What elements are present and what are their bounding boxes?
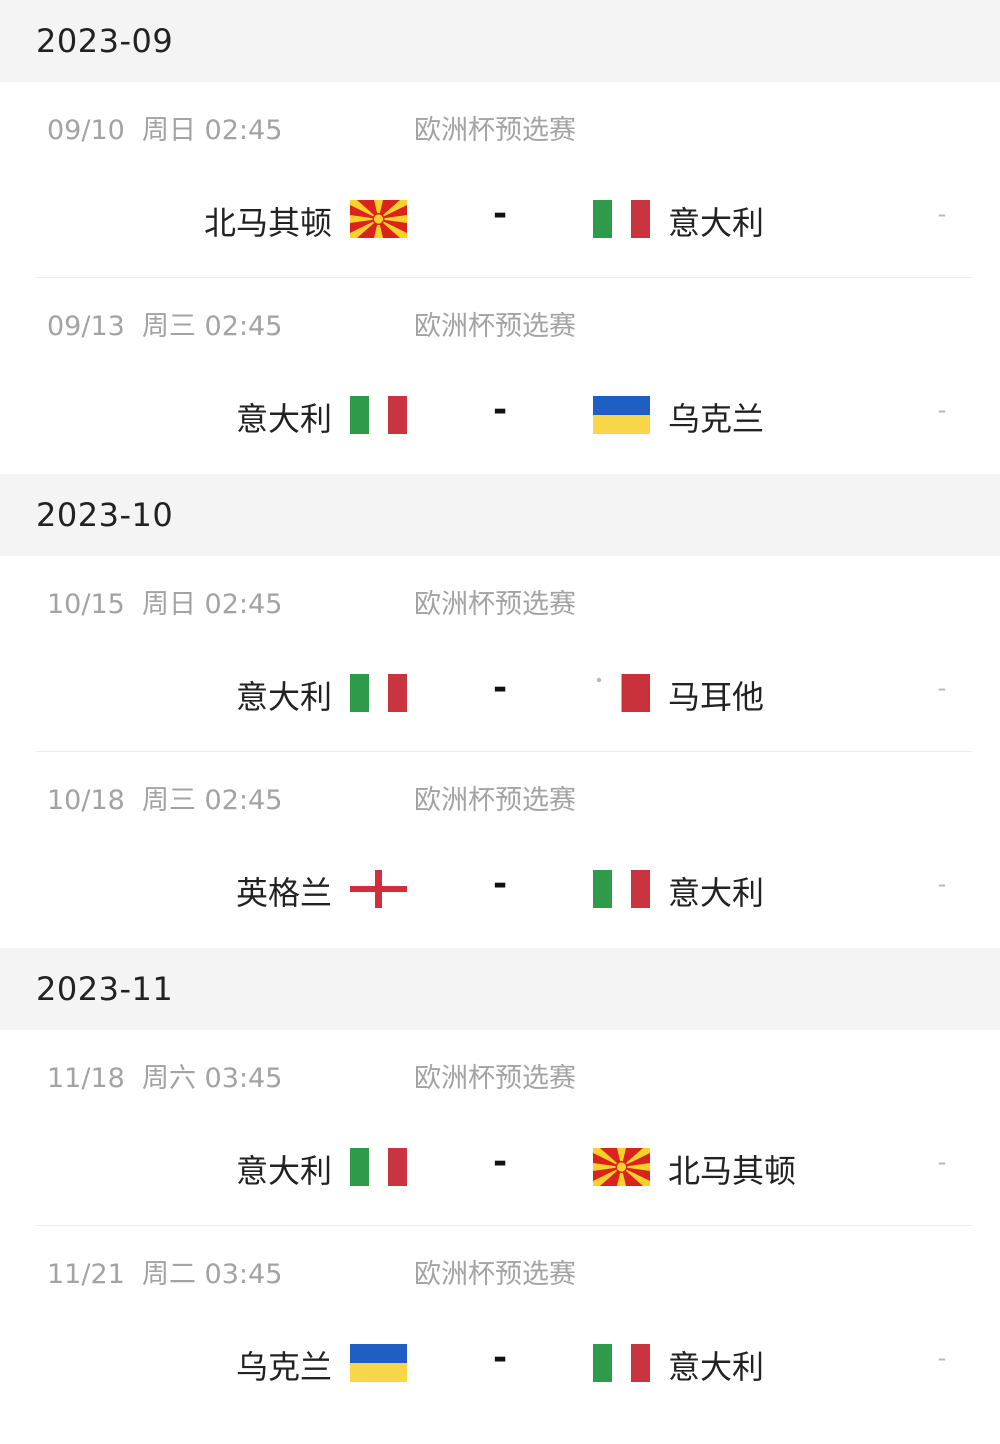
match-teams-row: 乌克兰 - 意大利 - bbox=[0, 1338, 1000, 1388]
competition-label: 欧洲杯预选赛 bbox=[414, 589, 576, 620]
match-teams-row: 意大利 - 马耳他 - bbox=[0, 668, 1000, 718]
month-header: 2023-09 bbox=[0, 0, 1000, 82]
match-card[interactable]: 11/18 周六 03:45 欧洲杯预选赛意大利 - 北马其顿 - bbox=[0, 1030, 1000, 1226]
match-teams-row: 意大利 - 北马其顿 - bbox=[0, 1142, 1000, 1192]
home-team-name: 北马其顿 bbox=[203, 204, 332, 242]
competition-label: 欧洲杯预选赛 bbox=[414, 785, 576, 816]
ukraine-flag-icon bbox=[593, 396, 650, 434]
north-macedonia-flag-icon bbox=[350, 200, 407, 238]
match-datetime: 11/18 周六 03:45 bbox=[47, 1063, 283, 1094]
match-result: - bbox=[937, 1148, 947, 1176]
away-team-name: 乌克兰 bbox=[668, 400, 765, 438]
score-separator: - bbox=[492, 1142, 508, 1182]
fixtures-list: 2023-09 09/10 周日 02:45 欧洲杯预选赛 北马其顿 - 意大利 -09… bbox=[0, 0, 1000, 1422]
score-separator: - bbox=[492, 668, 508, 708]
match-datetime: 09/13 周三 02:45 bbox=[47, 311, 283, 342]
match-result: - bbox=[937, 200, 947, 228]
score-separator: - bbox=[492, 1338, 508, 1378]
home-team-name: 英格兰 bbox=[235, 874, 332, 912]
home-team-name: 乌克兰 bbox=[235, 1348, 332, 1386]
italy-flag-icon bbox=[593, 870, 650, 908]
england-flag-icon bbox=[350, 870, 407, 908]
away-team-name: 意大利 bbox=[668, 204, 765, 242]
home-team-name: 意大利 bbox=[235, 678, 332, 716]
competition-label: 欧洲杯预选赛 bbox=[414, 1259, 576, 1290]
away-team-name: 北马其顿 bbox=[668, 1152, 797, 1190]
match-result: - bbox=[937, 674, 947, 702]
match-teams-row: 英格兰 - 意大利 - bbox=[0, 864, 1000, 914]
italy-flag-icon bbox=[350, 1148, 407, 1186]
italy-flag-icon bbox=[350, 396, 407, 434]
match-teams-row: 意大利 - 乌克兰 - bbox=[0, 390, 1000, 440]
match-result: - bbox=[937, 396, 947, 424]
match-result: - bbox=[937, 1344, 947, 1372]
away-team-name: 马耳他 bbox=[668, 678, 765, 716]
malta-flag-icon bbox=[593, 674, 650, 712]
match-datetime: 11/21 周二 03:45 bbox=[47, 1259, 283, 1290]
match-datetime: 10/15 周日 02:45 bbox=[47, 589, 283, 620]
ukraine-flag-icon bbox=[350, 1344, 407, 1382]
match-datetime: 09/10 周日 02:45 bbox=[47, 115, 283, 146]
italy-flag-icon bbox=[350, 674, 407, 712]
score-separator: - bbox=[492, 864, 508, 904]
match-card[interactable]: 11/21 周二 03:45 欧洲杯预选赛乌克兰 - 意大利 - bbox=[0, 1226, 1000, 1422]
match-card[interactable]: 10/15 周日 02:45 欧洲杯预选赛意大利 - 马耳他 - bbox=[0, 556, 1000, 752]
match-card[interactable]: 10/18 周三 02:45 欧洲杯预选赛英格兰 - 意大利 - bbox=[0, 752, 1000, 948]
score-separator: - bbox=[492, 390, 508, 430]
competition-label: 欧洲杯预选赛 bbox=[414, 1063, 576, 1094]
italy-flag-icon bbox=[593, 1344, 650, 1382]
month-header: 2023-10 bbox=[0, 474, 1000, 556]
match-teams-row: 北马其顿 - 意大利 - bbox=[0, 194, 1000, 244]
match-result: - bbox=[937, 870, 947, 898]
competition-label: 欧洲杯预选赛 bbox=[414, 115, 576, 146]
match-card[interactable]: 09/13 周三 02:45 欧洲杯预选赛意大利 - 乌克兰 - bbox=[0, 278, 1000, 474]
north-macedonia-flag-icon bbox=[593, 1148, 650, 1186]
home-team-name: 意大利 bbox=[235, 400, 332, 438]
match-card[interactable]: 09/10 周日 02:45 欧洲杯预选赛北马其顿 - 意大利 - bbox=[0, 82, 1000, 278]
month-header: 2023-11 bbox=[0, 948, 1000, 1030]
score-separator: - bbox=[492, 194, 508, 234]
away-team-name: 意大利 bbox=[668, 874, 765, 912]
home-team-name: 意大利 bbox=[235, 1152, 332, 1190]
away-team-name: 意大利 bbox=[668, 1348, 765, 1386]
match-datetime: 10/18 周三 02:45 bbox=[47, 785, 283, 816]
competition-label: 欧洲杯预选赛 bbox=[414, 311, 576, 342]
italy-flag-icon bbox=[593, 200, 650, 238]
